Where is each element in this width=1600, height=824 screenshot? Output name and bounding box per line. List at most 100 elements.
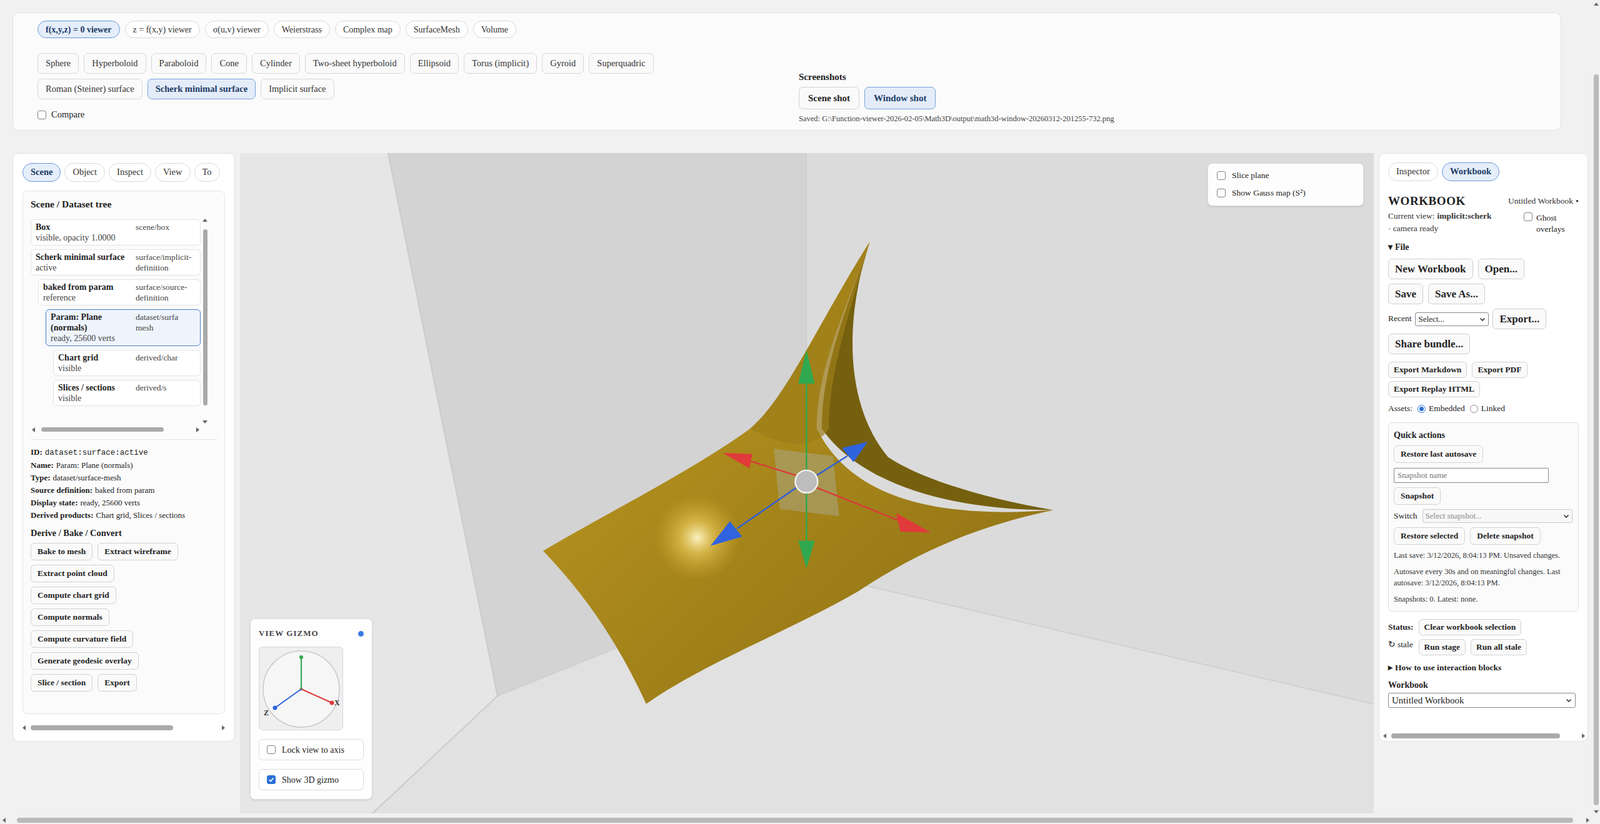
viewer-tab[interactable]: f(x,y,z) = 0 viewer (37, 20, 120, 39)
scroll-thumb[interactable] (41, 427, 164, 432)
compare-toggle[interactable]: Compare (37, 108, 799, 122)
restore-selected-button[interactable]: Restore selected (1393, 527, 1465, 545)
shape-button[interactable]: Torus (implicit) (463, 53, 537, 74)
tree-item[interactable]: Slices / sectionsvisiblederived/s (53, 380, 201, 407)
delete-snapshot-button[interactable]: Delete snapshot (1470, 527, 1540, 545)
shape-button[interactable]: Paraboloid (151, 53, 207, 74)
derive-button[interactable]: Extract point cloud (30, 565, 115, 583)
radio[interactable] (1470, 405, 1479, 414)
file-button[interactable]: Open... (1478, 258, 1525, 280)
shape-button[interactable]: Roman (Steiner) surface (37, 78, 143, 100)
page-horizontal-scrollbar[interactable] (0, 816, 1592, 824)
scroll-thumb[interactable] (30, 725, 174, 731)
viewer-tab[interactable]: SurfaceMesh (405, 20, 469, 39)
checkbox[interactable] (266, 745, 276, 755)
tree-item[interactable]: Scherk minimal surfaceactivesurface/impl… (30, 249, 201, 276)
shape-button[interactable]: Sphere (37, 53, 79, 74)
status-button[interactable]: Run stage (1418, 639, 1466, 656)
derive-button[interactable]: Bake to mesh (30, 543, 93, 561)
panel-tab[interactable]: View (155, 163, 191, 182)
file-button[interactable]: Save (1388, 283, 1424, 305)
screenshot-button[interactable]: Scene shot (798, 86, 860, 110)
panel-tab[interactable]: Inspector (1388, 162, 1439, 182)
scroll-left-icon[interactable] (1383, 733, 1387, 739)
file-section-toggle[interactable]: ▾File (1388, 241, 1579, 254)
shape-button[interactable]: Cylinder (251, 53, 300, 74)
ghost-overlays-toggle[interactable]: Ghost overlays (1523, 210, 1579, 235)
derive-button[interactable]: Compute normals (30, 608, 110, 627)
scroll-down-icon[interactable] (1593, 810, 1599, 814)
snapshot-name-input[interactable] (1393, 468, 1549, 484)
status-button[interactable]: Run all stale (1470, 639, 1527, 656)
export-button[interactable]: Export... (1492, 308, 1547, 330)
tree-horizontal-scrollbar[interactable] (30, 426, 201, 434)
panel-tab[interactable]: Inspect (108, 163, 152, 182)
viewer-tab[interactable]: Volume (473, 20, 517, 39)
assets-option[interactable]: Linked (1470, 402, 1505, 415)
shape-button[interactable]: Scherk minimal surface (147, 78, 256, 100)
viewer-tab[interactable]: z = f(x,y) viewer (125, 20, 200, 39)
scroll-up-icon[interactable] (202, 218, 208, 222)
viewer-tab[interactable]: Complex map (335, 20, 401, 39)
scroll-right-icon[interactable] (196, 427, 200, 433)
shape-button[interactable]: Gyroid (541, 53, 584, 74)
export-format-button[interactable]: Export Markdown (1388, 361, 1467, 379)
panel-tab[interactable]: Workbook (1441, 162, 1500, 182)
right-panel-scrollbar[interactable] (1383, 732, 1585, 740)
scroll-left-icon[interactable] (22, 725, 26, 731)
share-bundle-button[interactable]: Share bundle... (1388, 333, 1470, 355)
shape-button[interactable]: Two-sheet hyperboloid (305, 53, 405, 74)
screenshot-button[interactable]: Window shot (864, 86, 936, 110)
export-format-button[interactable]: Export PDF (1471, 361, 1527, 379)
checkbox[interactable] (266, 775, 276, 785)
file-button[interactable]: Save As... (1428, 283, 1485, 305)
scene-option[interactable]: Show Gauss map (S²) (1216, 186, 1355, 200)
scroll-up-icon[interactable] (1593, 2, 1599, 6)
derive-button[interactable]: Slice / section (30, 674, 93, 692)
shape-button[interactable]: Superquadric (588, 53, 654, 74)
scene-option[interactable]: Slice plane (1216, 169, 1355, 182)
snapshot-button[interactable]: Snapshot (1393, 487, 1441, 505)
scene-canvas[interactable] (240, 153, 1374, 814)
checkbox[interactable] (1216, 188, 1226, 198)
tree-item[interactable]: Chart gridvisiblederived/char (53, 350, 201, 377)
checkbox[interactable] (1523, 212, 1533, 222)
shape-button[interactable]: Implicit surface (260, 78, 334, 100)
scroll-right-icon[interactable] (221, 725, 225, 731)
scroll-thumb[interactable] (203, 229, 208, 406)
scroll-thumb[interactable] (1391, 733, 1560, 739)
scroll-thumb[interactable] (1593, 74, 1599, 806)
gizmo-option[interactable]: Lock view to axis (258, 739, 364, 761)
tree-item[interactable]: baked from paramreferencesurface/source-… (38, 279, 201, 306)
derive-button[interactable]: Generate geodesic overlay (30, 652, 139, 670)
panel-tab[interactable]: To (194, 163, 220, 182)
derive-button[interactable]: Extract wireframe (97, 543, 179, 561)
viewer-tab[interactable]: Weierstrass (273, 20, 330, 39)
page-vertical-scrollbar[interactable] (1591, 0, 1600, 817)
workbook-select[interactable]: Untitled Workbook (1388, 693, 1576, 709)
assets-option[interactable]: Embedded (1417, 402, 1465, 415)
left-panel-scrollbar[interactable] (22, 724, 225, 732)
derive-button[interactable]: Compute curvature field (30, 630, 134, 649)
scroll-down-icon[interactable] (202, 420, 208, 424)
snapshot-select[interactable]: Select snapshot... (1422, 509, 1573, 524)
axis-orb[interactable]: ZX (258, 646, 344, 731)
recent-select[interactable]: Select... (1415, 312, 1489, 327)
scroll-left-icon[interactable] (2, 818, 6, 824)
scroll-thumb[interactable] (16, 818, 1574, 824)
scroll-right-icon[interactable] (1586, 818, 1590, 824)
export-format-button[interactable]: Export Replay HTML (1388, 381, 1480, 398)
tree-item[interactable]: Boxvisible, opacity 1.0000scene/box (30, 219, 201, 246)
shape-button[interactable]: Ellipsoid (410, 53, 459, 74)
shape-button[interactable]: Cone (211, 53, 247, 74)
scroll-left-icon[interactable] (31, 427, 35, 433)
gizmo-option[interactable]: Show 3D gizmo (258, 769, 364, 791)
restore-autosave-button[interactable]: Restore last autosave (1393, 445, 1484, 464)
viewer-tab[interactable]: σ(u,v) viewer (205, 20, 269, 39)
panel-tab[interactable]: Scene (22, 163, 61, 182)
derive-button[interactable]: Export (97, 674, 137, 692)
howto-toggle[interactable]: ▸How to use interaction blocks (1388, 661, 1579, 675)
status-button[interactable]: Clear workbook selection (1418, 619, 1522, 636)
radio[interactable] (1417, 405, 1426, 414)
checkbox[interactable] (1216, 171, 1226, 180)
